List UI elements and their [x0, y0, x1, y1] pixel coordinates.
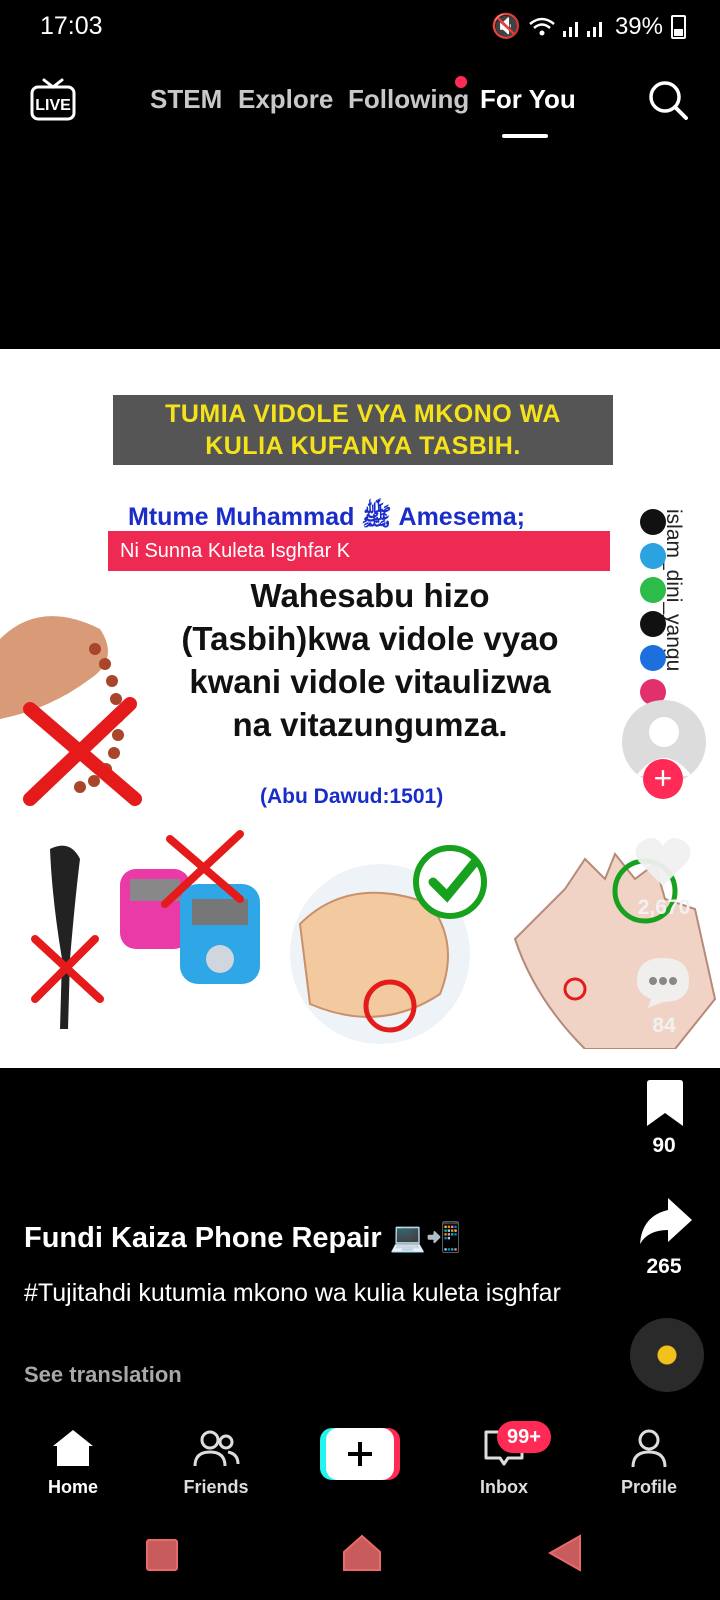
finger-counting-image — [290, 845, 487, 1044]
share-count: 265 — [646, 1255, 682, 1278]
hadith-line: Wahesabu hizo — [250, 577, 490, 614]
share-arrow-icon — [640, 1198, 692, 1244]
save-count: 90 — [652, 1134, 676, 1157]
tab-for-you[interactable]: For You — [480, 84, 576, 115]
search-button[interactable] — [646, 78, 690, 122]
following-notification-dot — [455, 76, 467, 88]
comment-button[interactable] — [634, 955, 692, 1014]
tab-following[interactable]: Following — [348, 84, 469, 115]
video-frame[interactable]: TUMIA VIDOLE VYA MKONO WA KULIA KUFANYA … — [0, 349, 720, 1068]
tasbih-counter-image — [31, 845, 104, 1029]
battery-percent: 39% — [614, 12, 663, 40]
inbox-badge: 99+ — [497, 1421, 551, 1453]
nav-home[interactable]: Home — [13, 1428, 133, 1498]
signal-icon — [562, 21, 602, 37]
see-translation-link[interactable]: See translation — [24, 1362, 182, 1388]
wifi-icon — [529, 17, 555, 35]
video-banner: TUMIA VIDOLE VYA MKONO WA KULIA KUFANYA … — [113, 395, 613, 465]
system-home-button[interactable] — [342, 1534, 382, 1572]
mute-icon: 🔇 — [491, 13, 521, 40]
nav-profile-label: Profile — [620, 1477, 677, 1497]
banner-line-1: TUMIA VIDOLE VYA MKONO WA — [165, 400, 561, 428]
red-strip-text: Ni Sunna Kuleta Isghfar K — [108, 531, 610, 571]
music-disc-button[interactable] — [630, 1318, 704, 1392]
battery-icon — [671, 14, 686, 39]
hadith-line: kwani vidole vitaulizwa — [189, 663, 551, 700]
tiktok-icon — [640, 611, 666, 637]
prayer-beads-image — [0, 616, 142, 806]
system-back-button[interactable] — [548, 1534, 582, 1572]
author-name[interactable]: Fundi Kaiza Phone Repair 💻📲 — [24, 1221, 462, 1255]
telegram-icon — [640, 543, 666, 569]
hadith-text: Wahesabu hizo (Tasbih)kwa vidole vyao kw… — [130, 574, 610, 746]
hadith-reference: (Abu Dawud:1501) — [260, 785, 444, 808]
like-count: 2,670 — [637, 896, 691, 919]
plus-icon — [320, 1428, 400, 1480]
tally-counter-image — [120, 830, 260, 984]
active-tab-indicator — [502, 134, 548, 138]
create-post-button[interactable] — [320, 1428, 400, 1480]
nav-profile[interactable]: Profile — [589, 1428, 709, 1498]
status-time: 17:03 — [40, 12, 103, 40]
hadith-line: na vitazungumza. — [232, 706, 508, 743]
banner-line-2: KULIA KUFANYA TASBIH. — [205, 432, 521, 460]
nav-inbox-label: Inbox — [480, 1477, 528, 1497]
like-button[interactable] — [634, 836, 692, 893]
share-button[interactable] — [638, 1196, 694, 1253]
facebook-icon — [640, 645, 666, 671]
live-label: LIVE — [35, 97, 71, 114]
live-button[interactable]: LIVE — [30, 78, 76, 122]
nav-friends-label: Friends — [183, 1477, 249, 1497]
save-button[interactable] — [644, 1080, 686, 1133]
nav-friends[interactable]: Friends — [156, 1428, 276, 1498]
x-icon — [640, 509, 666, 535]
hadith-line: (Tasbih)kwa vidole vyao — [181, 620, 559, 657]
search-icon — [649, 81, 688, 120]
comment-count: 84 — [652, 1014, 676, 1037]
nav-home-label: Home — [47, 1477, 98, 1497]
friends-icon — [193, 1430, 240, 1467]
comment-icon — [637, 958, 689, 1008]
tab-stem[interactable]: STEM — [150, 84, 222, 115]
heart-icon — [635, 838, 691, 886]
follow-button[interactable]: + — [643, 759, 683, 799]
post-caption[interactable]: #Tujitahdi kutumia mkono wa kulia kuleta… — [24, 1275, 584, 1312]
bookmark-icon — [647, 1080, 683, 1126]
tab-explore[interactable]: Explore — [238, 84, 333, 115]
home-icon — [53, 1430, 93, 1466]
whatsapp-icon — [640, 577, 666, 603]
live-tv-icon: LIVE — [30, 78, 76, 121]
system-recents-button[interactable] — [146, 1539, 178, 1571]
status-icons: 🔇 39% — [491, 12, 686, 41]
profile-icon — [631, 1429, 667, 1468]
